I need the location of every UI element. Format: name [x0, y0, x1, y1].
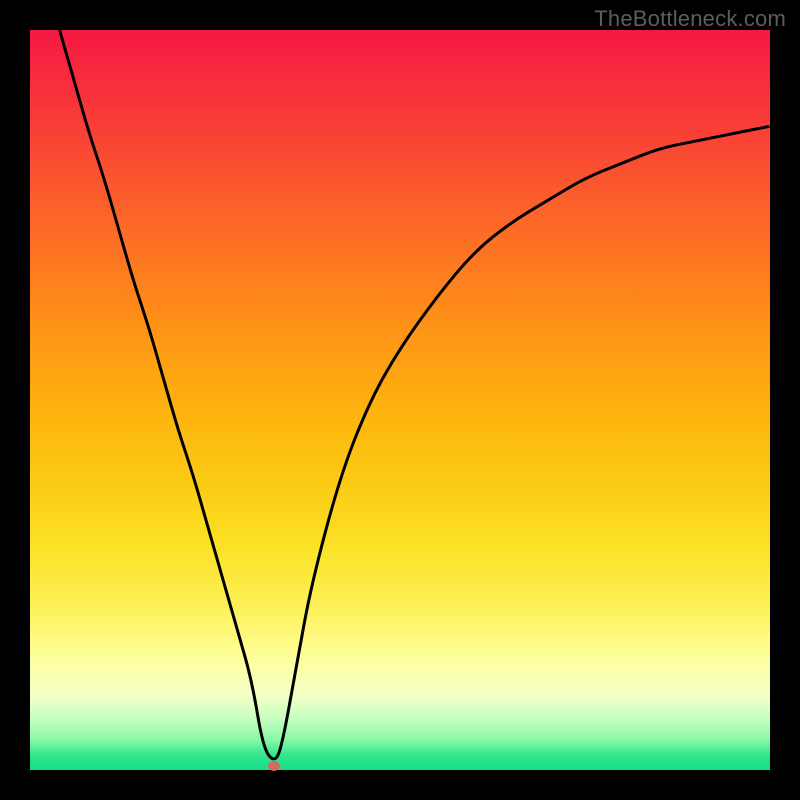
watermark-text: TheBottleneck.com	[594, 6, 786, 32]
bottleneck-curve	[60, 30, 770, 759]
minimum-point-marker	[268, 761, 280, 771]
chart-curve-svg	[30, 30, 770, 770]
chart-frame	[30, 30, 770, 770]
